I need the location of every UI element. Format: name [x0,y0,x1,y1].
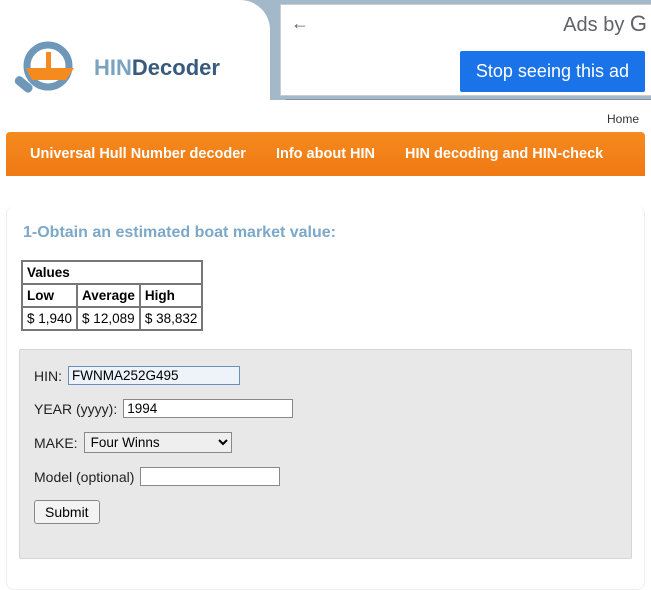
header: HINDecoder ← Ads by G Stop seeing this a… [0,0,651,110]
hin-input[interactable] [68,366,240,385]
lookup-form: HIN: YEAR (yyyy): MAKE: Four Winns Model… [19,349,632,559]
ads-by-label: Ads by G [563,11,647,37]
logo-text: HINDecoder [94,55,220,81]
stop-seeing-ad-button[interactable]: Stop seeing this ad [460,51,645,92]
boat-magnifier-icon [10,40,90,95]
nav-info-about-hin[interactable]: Info about HIN [276,146,375,162]
year-label: YEAR (yyyy): [34,401,117,417]
main-content: 1-Obtain an estimated boat market value:… [6,206,645,590]
values-table: Values Low Average High $ 1,940 $ 12,089… [21,260,203,331]
nav-universal-decoder[interactable]: Universal Hull Number decoder [30,146,246,162]
col-high: High [140,284,203,307]
make-select[interactable]: Four Winns [84,432,232,453]
hin-label: HIN: [34,368,62,384]
breadcrumb-home[interactable]: Home [607,112,639,126]
model-input[interactable] [140,467,280,486]
col-average: Average [77,284,140,307]
nav-hin-decoding-check[interactable]: HIN decoding and HIN-check [405,146,603,162]
col-low: Low [22,284,77,307]
values-caption: Values [22,261,202,284]
make-label: MAKE: [34,435,78,451]
model-label: Model (optional) [34,469,134,485]
cell-low: $ 1,940 [22,307,77,330]
ad-back-icon[interactable]: ← [291,13,309,34]
breadcrumb: Home [0,112,651,130]
cell-high: $ 38,832 [140,307,203,330]
table-row: $ 1,940 $ 12,089 $ 38,832 [22,307,202,330]
submit-button[interactable]: Submit [34,500,100,524]
cell-average: $ 12,089 [77,307,140,330]
main-nav: Universal Hull Number decoder Info about… [6,132,645,176]
site-logo[interactable]: HINDecoder [10,40,220,95]
section-title: 1-Obtain an estimated boat market value: [23,224,632,242]
ad-banner: ← Ads by G Stop seeing this ad [280,4,651,96]
year-input[interactable] [123,399,293,418]
